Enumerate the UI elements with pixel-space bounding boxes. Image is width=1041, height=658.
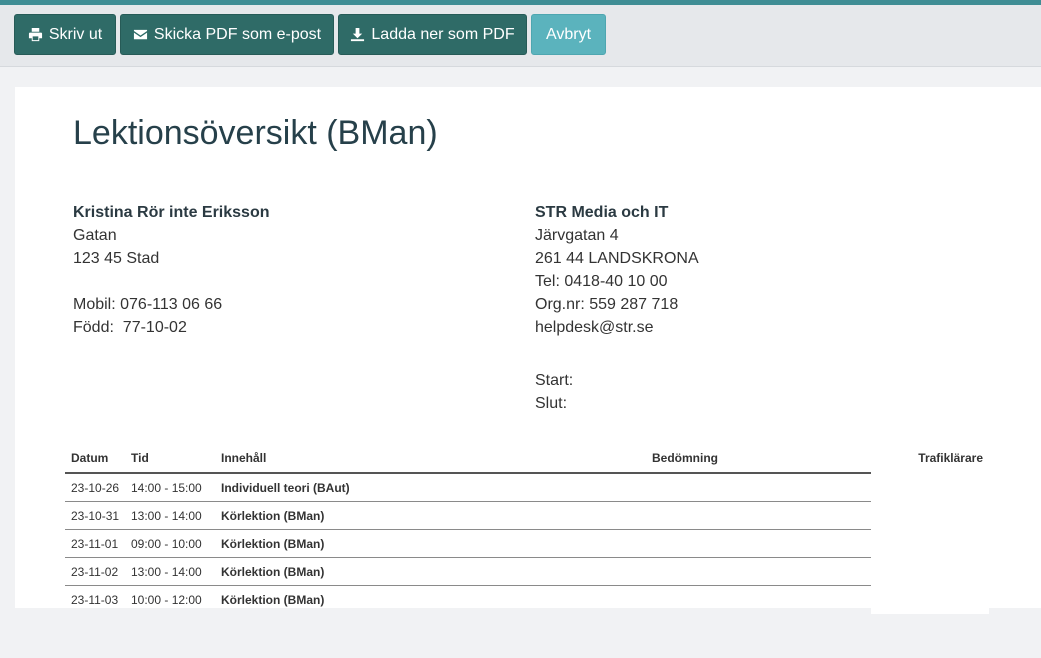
school-tel: Tel: 0418-40 10 00 [535,273,668,290]
toolbar: Skriv ut Skicka PDF som e-post Ladda ner… [0,5,1041,67]
table-header: Datum Tid Innehåll Bedömning Trafiklärar… [65,444,989,474]
download-pdf-button-label: Ladda ner som PDF [371,25,515,43]
print-button-label: Skriv ut [48,25,103,43]
row-time: 09:00 - 10:00 [131,537,202,551]
table-row: 23-11-03 10:00 - 12:00 Körlektion (BMan) [65,586,989,613]
header-time: Tid [131,451,149,465]
header-date: Datum [71,451,109,465]
school-name: STR Media och IT [535,204,669,221]
cancel-button[interactable]: Avbryt [531,14,606,55]
row-date: 23-11-02 [71,565,119,579]
page-title: Lektionsöversikt (BMan) [73,114,438,152]
cancel-button-label: Avbryt [545,25,592,43]
row-date: 23-11-03 [71,593,119,607]
table-row: 23-11-01 09:00 - 10:00 Körlektion (BMan) [65,530,989,558]
row-time: 13:00 - 14:00 [131,509,202,523]
email-pdf-button-label: Skicka PDF som e-post [153,25,322,43]
table-row: 23-10-26 14:00 - 15:00 Individuell teori… [65,474,989,502]
school-street: Järvgatan 4 [535,227,619,244]
row-date: 23-11-01 [71,537,119,551]
lesson-table: Datum Tid Innehåll Bedömning Trafiklärar… [65,444,989,613]
row-content: Individuell teori (BAut) [221,481,350,495]
table-row: 23-10-31 13:00 - 14:00 Körlektion (BMan) [65,502,989,530]
student-info: Kristina Rör inte Eriksson Gatan 123 45 … [73,201,270,339]
row-content: Körlektion (BMan) [221,537,325,551]
row-date: 23-10-31 [71,509,120,523]
print-button[interactable]: Skriv ut [14,14,116,55]
instructor-column-blank [871,472,989,614]
header-assessment: Bedömning [652,451,718,465]
download-icon [351,27,365,42]
course-start: Start: [535,372,574,389]
student-city: 123 45 Stad [73,250,160,267]
student-mobile: Mobil: 076-113 06 66 [73,296,223,313]
school-orgnr: Org.nr: 559 287 718 [535,296,679,313]
student-street: Gatan [73,227,117,244]
school-info: STR Media och IT Järvgatan 4 261 44 LAND… [535,201,699,415]
row-time: 13:00 - 14:00 [131,565,202,579]
table-row: 23-11-02 13:00 - 14:00 Körlektion (BMan) [65,558,989,586]
row-content: Körlektion (BMan) [221,593,325,607]
print-icon [28,27,42,42]
course-end: Slut: [535,395,568,412]
header-content: Innehåll [221,451,267,465]
document-page: Lektionsöversikt (BMan) Kristina Rör int… [15,87,1041,614]
row-content: Körlektion (BMan) [221,509,325,523]
school-city: 261 44 LANDSKRONA [535,250,699,267]
download-pdf-button[interactable]: Ladda ner som PDF [338,14,527,55]
school-email: helpdesk@str.se [535,319,654,336]
envelope-icon [133,29,147,40]
email-pdf-button[interactable]: Skicka PDF som e-post [120,14,334,55]
row-content: Körlektion (BMan) [221,565,325,579]
header-instructor: Trafiklärare [918,451,983,465]
row-time: 14:00 - 15:00 [131,481,202,495]
row-time: 10:00 - 12:00 [131,593,202,607]
student-born: Född: 77-10-02 [73,319,187,336]
student-name: Kristina Rör inte Eriksson [73,204,270,221]
row-date: 23-10-26 [71,481,120,495]
